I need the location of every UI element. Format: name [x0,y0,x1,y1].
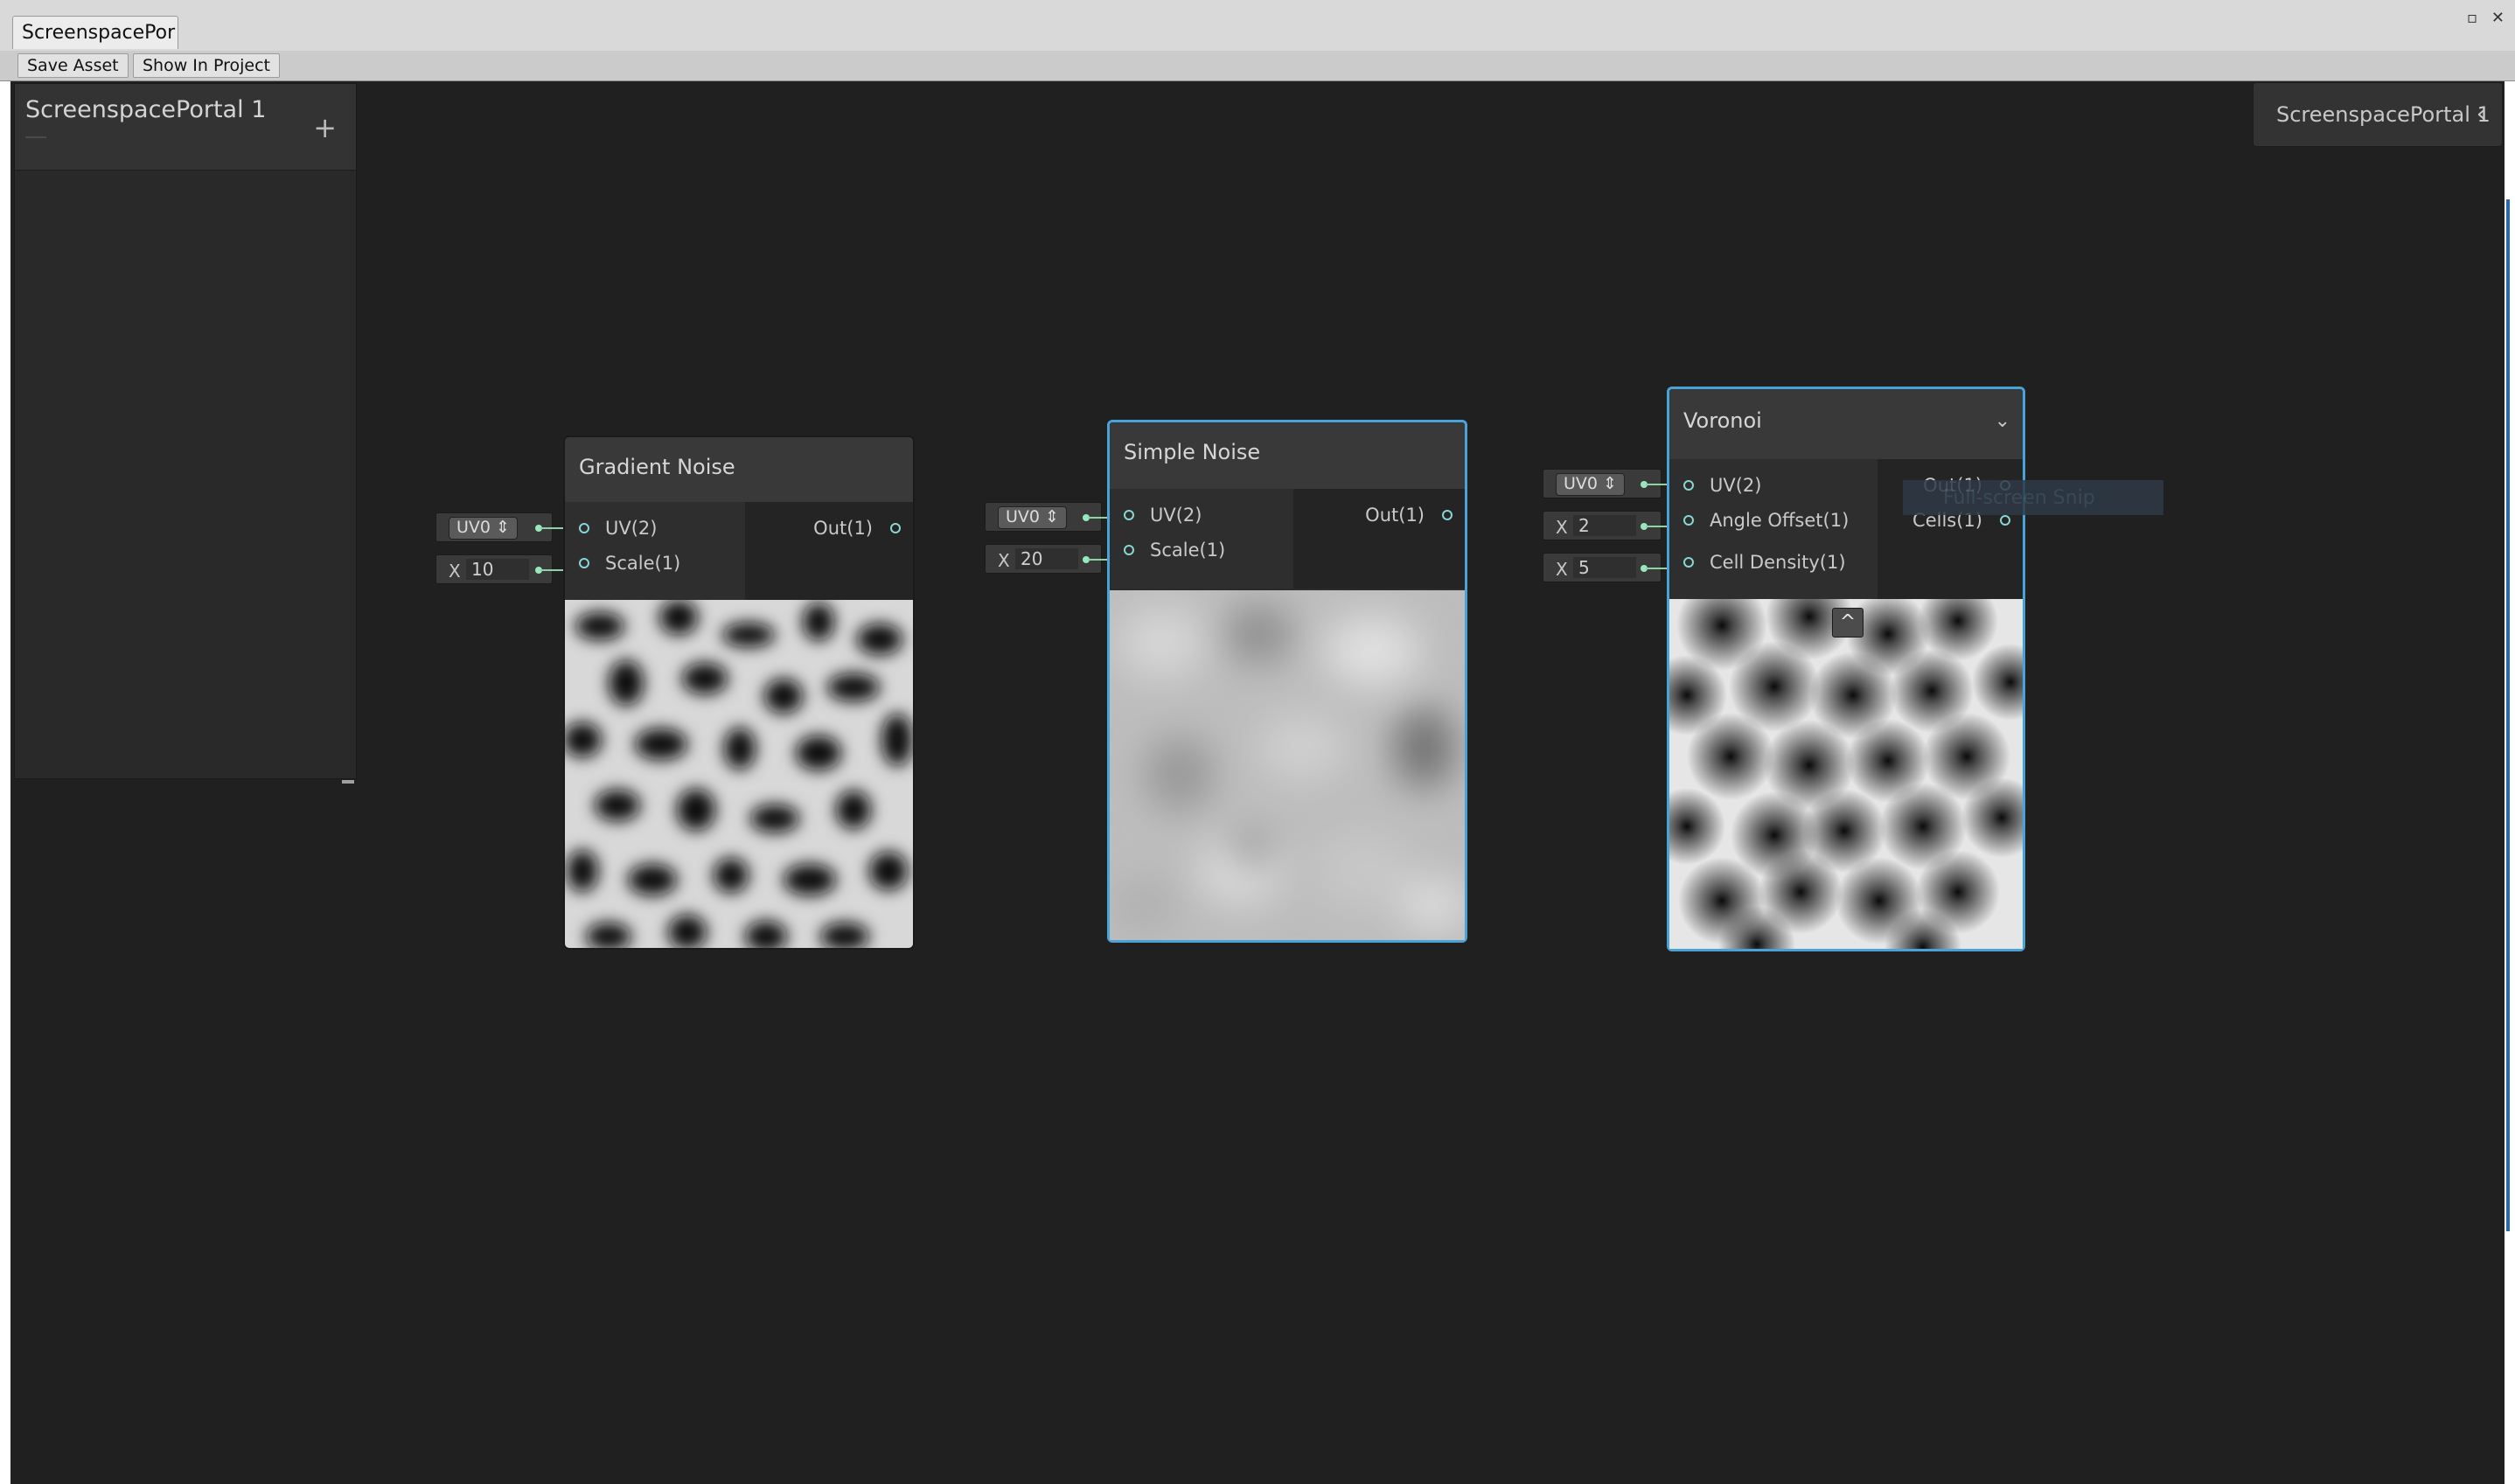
simple-noise-preview-image [1110,590,1465,940]
cell-density-value-input[interactable]: 5 [1573,557,1636,578]
preview-collapse-button[interactable]: ^ [1832,608,1864,637]
snip-tooltip-text: Full-screen Snip [1943,487,2095,509]
chevron-up-icon: ^ [1839,611,1857,633]
node-gradient-noise[interactable]: Gradient Noise UV(2) Scale(1) Out(1) [563,435,915,950]
add-property-button[interactable]: + [313,114,337,142]
node-title: Voronoi [1683,408,1762,433]
node-preview-gradient-noise [565,600,913,948]
angle-offset-value-input[interactable]: 2 [1573,515,1636,536]
uv-channel-dropdown[interactable]: UV0 ⇕ [998,506,1067,529]
blackboard-header: ScreenspacePortal 1 + [15,84,356,171]
port-circle-icon[interactable] [579,558,589,568]
blackboard-subtitle-placeholder [25,136,46,138]
graph-inspector-toggle[interactable]: ScreenspacePortal 1 ‹ [2253,82,2503,147]
node-preview-voronoi: ^ [1669,599,2023,949]
toolbar: Save Asset Show In Project [0,51,2515,81]
axis-label: X [1556,517,1568,538]
snip-tooltip-overlay: Full-screen Snip [1903,480,2163,515]
port-circle-icon[interactable] [1683,515,1694,526]
voronoi-preview-image [1669,599,2023,949]
input-ports: UV(2) Scale(1) [565,502,746,600]
window-edge-highlight [2506,199,2510,1231]
port-circle-icon[interactable] [1683,557,1694,568]
chevron-down-icon[interactable]: ⌄ [1995,410,2010,432]
input-ports: UV(2) Angle Offset(1) Cell Density(1) [1669,459,1878,599]
input-port-angle-offset[interactable]: Angle Offset(1) [1669,501,1878,543]
node-header[interactable]: Gradient Noise [565,437,913,503]
window-tab[interactable]: ScreenspacePor [12,16,178,49]
close-icon[interactable]: ✕ [2491,9,2505,27]
port-label: Angle Offset(1) [1710,510,1850,531]
uv-channel-dropdown[interactable]: UV0 ⇕ [449,517,518,540]
chevron-left-icon[interactable]: ‹ [2477,99,2486,128]
gradient-noise-preview-image [565,600,913,948]
port-circle-icon[interactable] [1124,510,1134,520]
output-port-out[interactable]: Out(1) [745,509,913,551]
axis-label: X [1556,559,1568,580]
blackboard-title: ScreenspacePortal 1 [25,96,267,123]
input-port-scale[interactable]: Scale(1) [1110,531,1293,573]
port-circle-icon[interactable] [1442,510,1453,520]
port-label: UV(2) [605,518,658,539]
resize-handle[interactable] [342,780,354,784]
output-ports: Out(1) [1293,489,1465,589]
scale-value-input[interactable]: 10 [466,559,529,580]
port-label: Out(1) [813,518,873,539]
port-label: UV(2) [1710,475,1762,496]
axis-label: X [998,550,1010,571]
port-circle-icon[interactable] [579,523,589,533]
input-port-cell-density[interactable]: Cell Density(1) [1669,543,1878,585]
port-circle-icon[interactable] [2000,515,2010,526]
blackboard-panel[interactable]: ScreenspacePortal 1 + [14,83,357,784]
port-label: Scale(1) [1150,540,1226,561]
node-header[interactable]: Simple Noise [1110,422,1465,490]
window-controls: ▫ ✕ [2458,9,2505,27]
node-header[interactable]: Voronoi ⌄ [1669,389,2023,460]
show-in-project-button[interactable]: Show In Project [133,53,280,78]
node-voronoi[interactable]: Voronoi ⌄ UV(2) Angle Offset(1) Cell Den… [1667,387,2025,951]
maximize-icon[interactable]: ▫ [2467,9,2477,27]
port-circle-icon[interactable] [1683,480,1694,491]
output-ports: Out(1) [745,502,913,600]
node-title: Gradient Noise [579,455,735,479]
port-circle-icon[interactable] [1124,545,1134,555]
node-simple-noise[interactable]: Simple Noise UV(2) Scale(1) Out(1) [1107,420,1467,943]
port-label: Cell Density(1) [1710,552,1846,573]
port-label: Scale(1) [605,553,681,574]
port-label: UV(2) [1150,505,1202,526]
axis-label: X [449,561,461,582]
uv-channel-dropdown[interactable]: UV0 ⇕ [1556,473,1625,496]
port-circle-icon[interactable] [890,523,901,533]
graph-inspector-label: ScreenspacePortal 1 [2276,102,2491,127]
output-port-out[interactable]: Out(1) [1293,496,1465,538]
node-title: Simple Noise [1124,440,1261,464]
input-ports: UV(2) Scale(1) [1110,489,1294,589]
node-preview-simple-noise [1110,590,1465,940]
save-asset-button[interactable]: Save Asset [17,53,129,78]
scale-value-input[interactable]: 20 [1015,548,1078,569]
window-titlebar: ScreenspacePor ▫ ✕ [0,0,2515,52]
port-label: Out(1) [1365,505,1425,526]
input-port-scale[interactable]: Scale(1) [565,544,745,586]
